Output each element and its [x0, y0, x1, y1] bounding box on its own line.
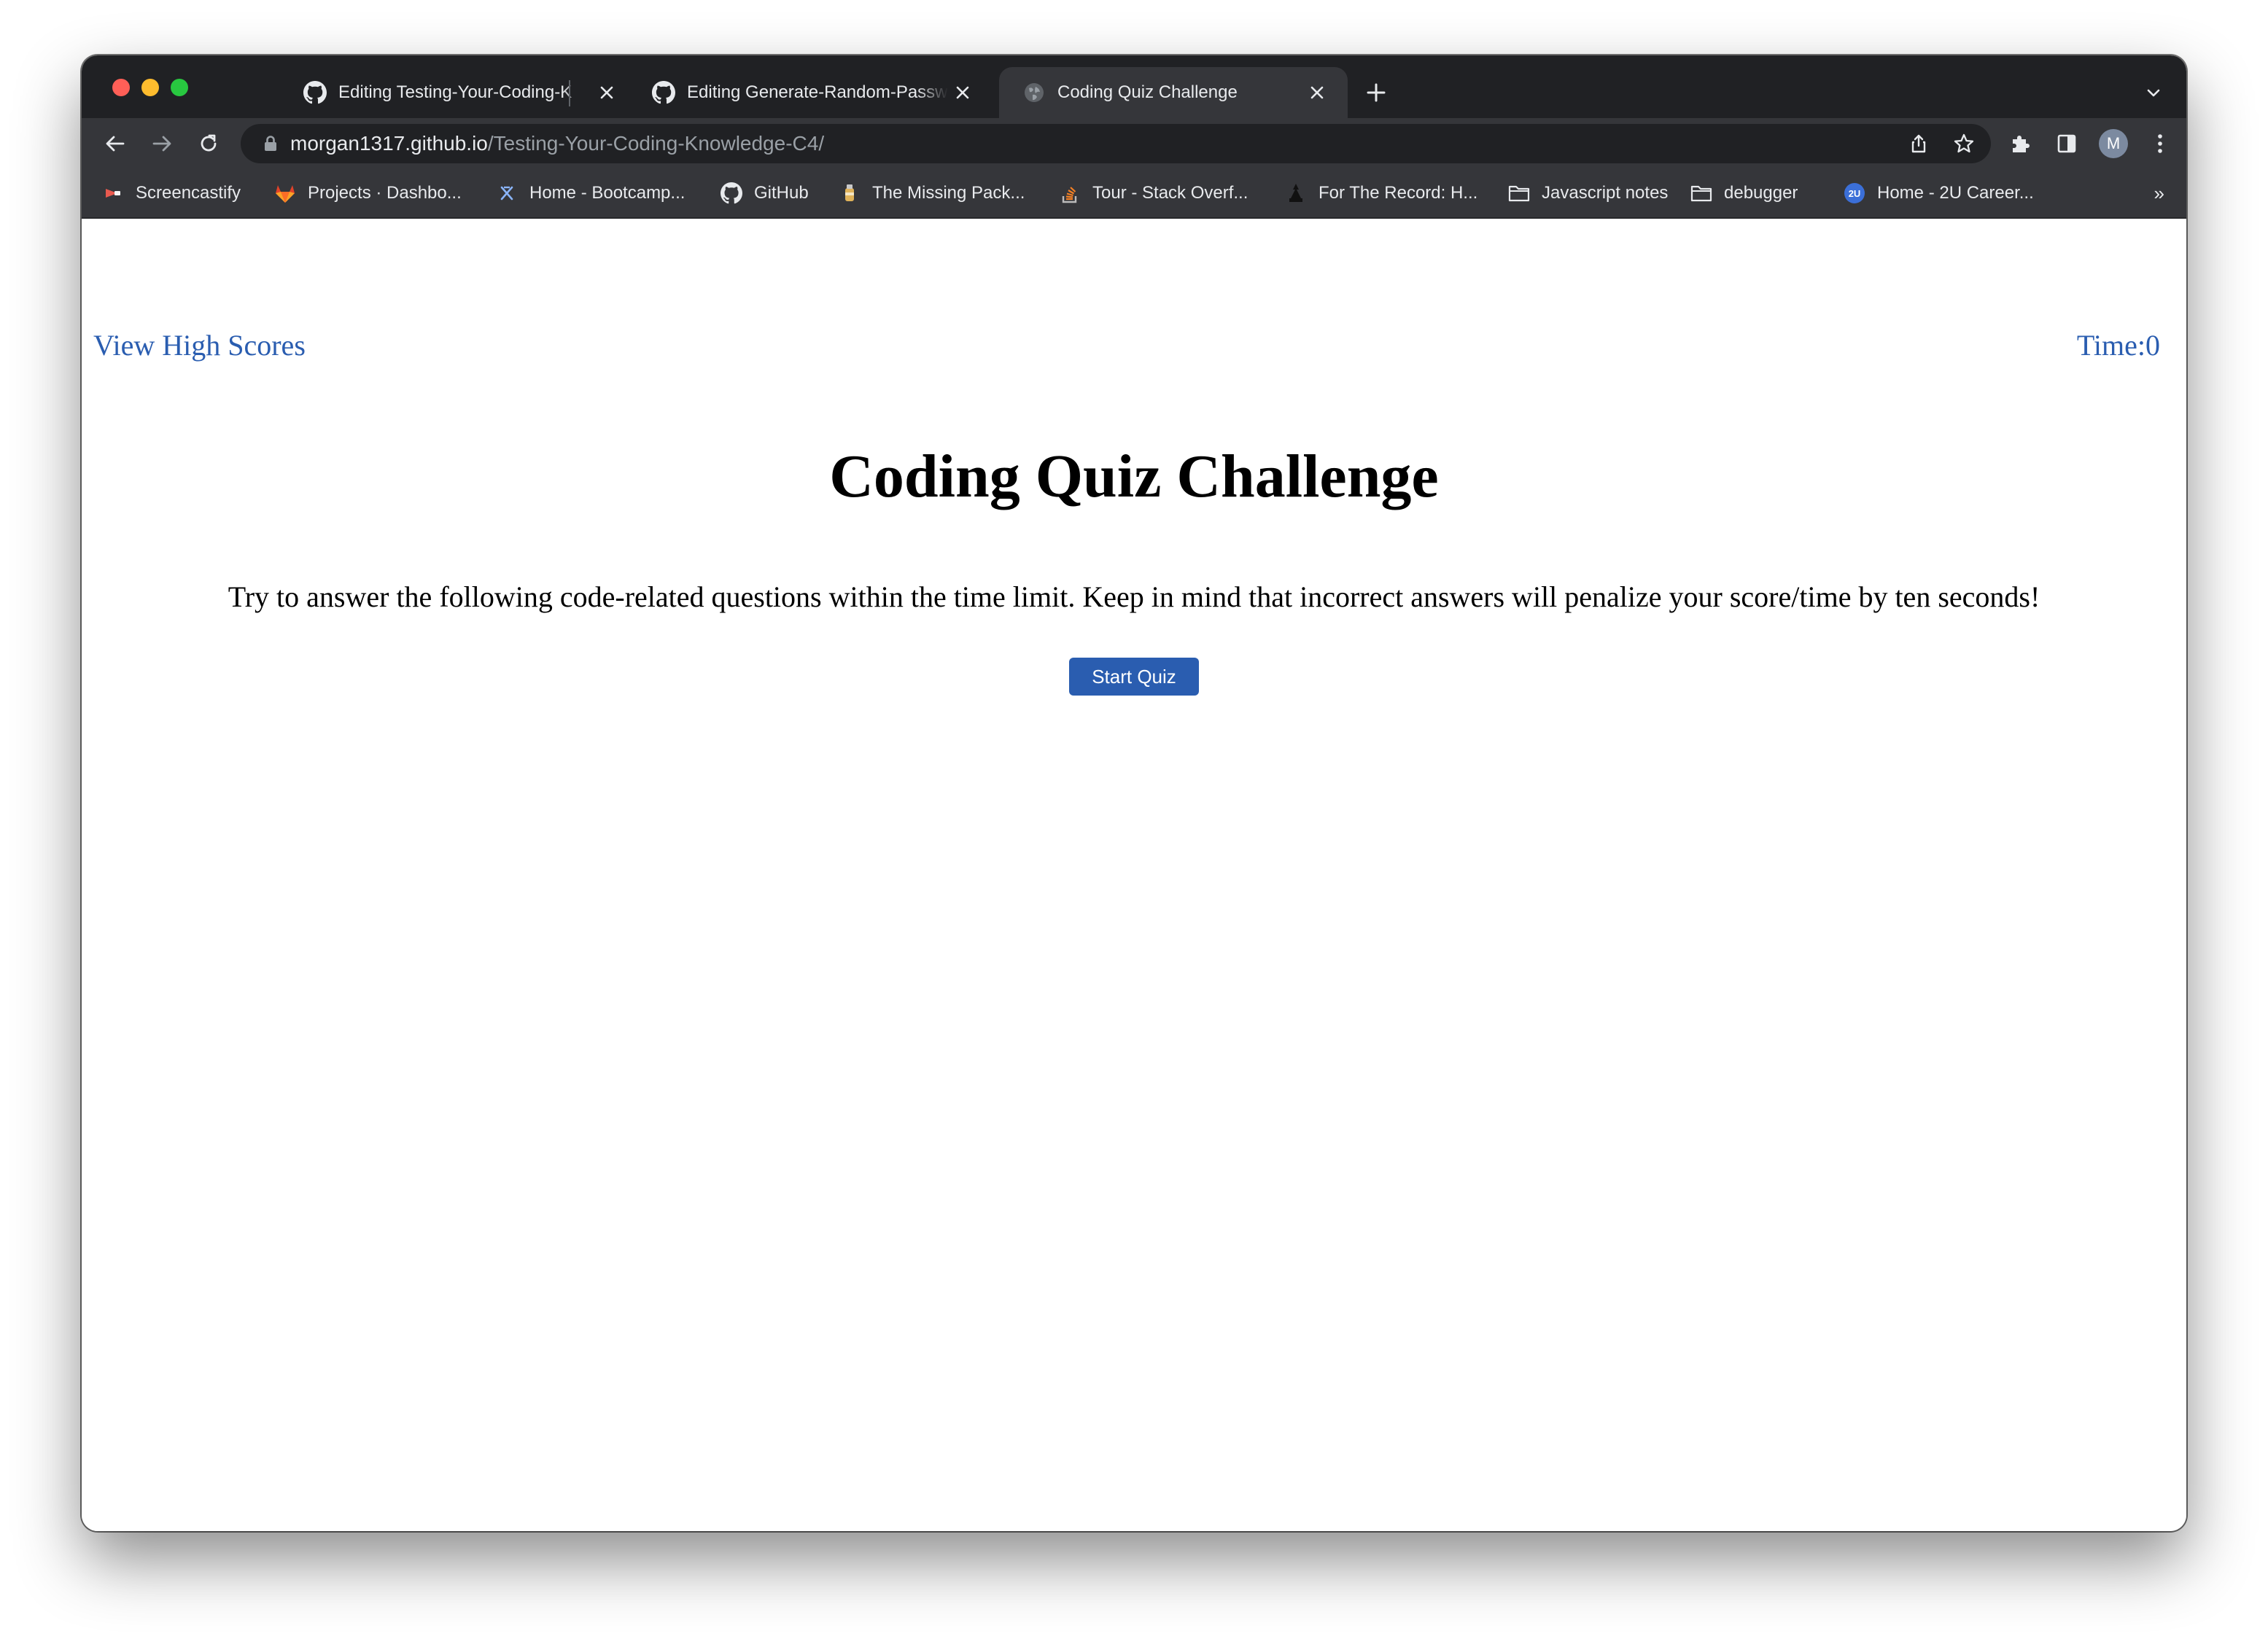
bookmark-label: For The Record: H... [1319, 183, 1478, 203]
bookmark-label: Tour - Stack Overf... [1092, 183, 1248, 203]
tab-editing-testing[interactable]: Editing Testing-Your-Coding-K [280, 67, 637, 118]
bookmarks-bar: Screencastify Projects · Dashbo... Home … [82, 169, 2186, 219]
bookmark-label: GitHub [754, 183, 809, 203]
back-button[interactable] [96, 125, 134, 163]
start-quiz-button[interactable]: Start Quiz [1069, 658, 1199, 696]
bookmark-label: Screencastify [136, 183, 241, 203]
tab-separator [569, 80, 570, 106]
bookmark-debugger[interactable]: debugger [1690, 169, 1798, 217]
address-bar[interactable]: morgan1317.github.io/Testing-Your-Coding… [241, 124, 1991, 163]
zoom-window-button[interactable] [171, 79, 188, 96]
quiz-description: Try to answer the following code-related… [228, 580, 2040, 613]
extensions-button[interactable] [2001, 125, 2039, 163]
timer: Time:0 [2076, 329, 2160, 362]
bookmark-for-the-record[interactable]: For The Record: H... [1285, 169, 1477, 217]
2u-icon: 2U [1844, 182, 1865, 204]
globe-icon [1025, 83, 1044, 102]
url-text[interactable]: morgan1317.github.io/Testing-Your-Coding… [290, 124, 824, 163]
view-high-scores-link[interactable]: View High Scores [93, 328, 306, 362]
folder-icon [1690, 182, 1712, 204]
minimize-window-button[interactable] [141, 79, 159, 96]
more-bookmarks-button[interactable]: » [2154, 169, 2164, 217]
bookmark-star-button[interactable] [1949, 128, 1979, 159]
close-tab-icon[interactable] [948, 78, 977, 107]
bookmark-label: Home - Bootcamp... [529, 183, 686, 203]
puzzle-icon [2013, 136, 2030, 152]
package-icon [839, 182, 861, 204]
gitlab-icon [274, 182, 296, 204]
side-panel-icon [2057, 134, 2076, 153]
chevron-down-icon [2147, 89, 2160, 97]
bookmark-missing-package[interactable]: The Missing Pack... [839, 169, 1025, 217]
bookmark-screencastify[interactable]: Screencastify [102, 169, 241, 217]
profile-button[interactable]: M [2094, 125, 2132, 163]
tab-title: Editing Testing-Your-Coding-K [338, 82, 572, 102]
side-panel-button[interactable] [2048, 125, 2086, 163]
svg-text:2U: 2U [1849, 188, 1861, 199]
page-title: Coding Quiz Challenge [829, 443, 1439, 510]
tab-coding-quiz[interactable]: Coding Quiz Challenge [999, 67, 1348, 118]
tab-editing-generate[interactable]: Editing Generate-Random-Passwo [629, 67, 993, 118]
bootcamp-icon [496, 182, 518, 204]
close-window-button[interactable] [112, 79, 130, 96]
forward-button[interactable] [143, 125, 181, 163]
url-host: morgan1317.github.io [290, 132, 488, 155]
url-path: /Testing-Your-Coding-Knowledge-C4/ [487, 132, 825, 155]
plus-icon [1367, 83, 1386, 102]
share-button[interactable] [1903, 128, 1934, 159]
bookmark-projects-dashboard[interactable]: Projects · Dashbo... [274, 169, 462, 217]
bookmark-home-bootcamp[interactable]: Home - Bootcamp... [496, 169, 685, 217]
star-icon [1954, 133, 1974, 153]
github-icon [721, 182, 742, 204]
record-icon [1285, 182, 1307, 204]
close-tab-icon[interactable] [1302, 78, 1332, 107]
bookmark-label: Home - 2U Career... [1877, 183, 2034, 203]
tab-strip: Editing Testing-Your-Coding-K Editing Ge… [82, 55, 2186, 118]
new-tab-button[interactable] [1358, 74, 1394, 111]
browser-toolbar: morgan1317.github.io/Testing-Your-Coding… [82, 118, 2186, 169]
bookmark-label: debugger [1724, 183, 1798, 203]
page-content: View High Scores Time:0 Coding Quiz Chal… [82, 219, 2186, 1531]
folder-icon [1508, 182, 1530, 204]
arrow-right-icon [152, 136, 171, 152]
tab-title: Coding Quiz Challenge [1057, 82, 1238, 102]
bookmark-label: Javascript notes [1542, 183, 1669, 203]
github-icon [652, 81, 675, 104]
lock-icon[interactable] [261, 134, 280, 153]
reload-icon [201, 134, 217, 152]
tab-title: Editing Generate-Random-Passwo [687, 82, 948, 102]
screencastify-icon [102, 182, 124, 204]
github-icon [303, 81, 327, 104]
avatar: M [2099, 129, 2128, 158]
share-icon [1911, 134, 1926, 153]
chrome-menu-button[interactable] [2141, 125, 2179, 163]
arrow-left-icon [106, 136, 125, 152]
bookmark-2u-career[interactable]: 2U Home - 2U Career... [1844, 169, 2034, 217]
bookmark-label: The Missing Pack... [872, 183, 1025, 203]
bookmark-stack-overflow[interactable]: Tour - Stack Overf... [1059, 169, 1248, 217]
reload-button[interactable] [190, 125, 228, 163]
stackoverflow-icon [1059, 182, 1081, 204]
close-tab-icon[interactable] [592, 78, 621, 107]
kebab-menu-icon [2158, 134, 2162, 153]
browser-window: Editing Testing-Your-Coding-K Editing Ge… [82, 55, 2186, 1531]
bookmark-label: Projects · Dashbo... [308, 183, 462, 203]
tab-search-button[interactable] [2135, 74, 2172, 111]
bookmark-github[interactable]: GitHub [721, 169, 809, 217]
bookmark-javascript-notes[interactable]: Javascript notes [1508, 169, 1668, 217]
